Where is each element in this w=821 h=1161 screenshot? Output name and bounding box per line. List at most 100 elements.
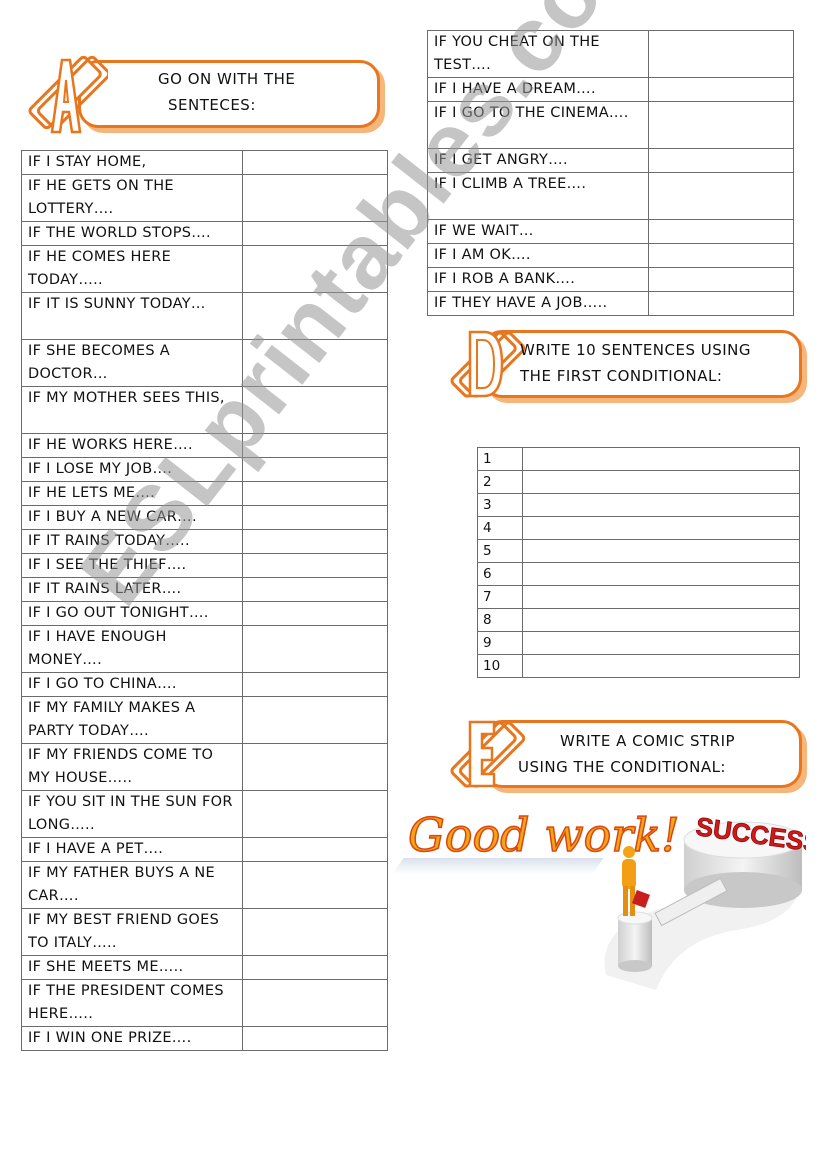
section-a-answer-cell[interactable] [242,1026,388,1051]
section-c-row: IF I ROB A BANK…. [427,267,794,292]
section-a-row: IF MY FATHER BUYS A NE CAR…. [21,861,388,909]
section-a-row: IF I BUY A NEW CAR…. [21,505,388,530]
section-c-answer-cell[interactable] [648,172,794,220]
section-c-prompt: IF I AM OK…. [427,243,649,268]
section-a-prompt: IF I GO OUT TONIGHT…. [21,601,243,626]
section-a-row: IF MY FAMILY MAKES A PARTY TODAY…. [21,696,388,744]
section-a-prompt: IF THE PRESIDENT COMES HERE….. [21,979,243,1027]
section-a-prompt: IF I SEE THE THIEF…. [21,553,243,578]
section-a-title: GO ON WITH THE SENTECES: [158,66,295,118]
person-figure-icon [622,846,636,916]
section-a-prompt: IF IT IS SUNNY TODAY… [21,292,243,340]
section-a-answer-cell[interactable] [242,955,388,980]
section-a-prompt: IF YOU SIT IN THE SUN FOR LONG….. [21,790,243,838]
section-a-answer-cell[interactable] [242,601,388,626]
section-a-row: IF MY FRIENDS COME TO MY HOUSE….. [21,743,388,791]
sentence-answer-cell[interactable] [522,516,800,540]
sentence-answer-cell[interactable] [522,585,800,609]
pencil-letter-d-icon [450,330,526,398]
section-a-prompt: IF I BUY A NEW CAR…. [21,505,243,530]
section-a-row: IF HE GETS ON THE LOTTERY…. [21,174,388,222]
section-a-prompt: IF MY BEST FRIEND GOES TO ITALY….. [21,908,243,956]
section-a-answer-cell[interactable] [242,505,388,530]
section-c-prompt: IF I ROB A BANK…. [427,267,649,292]
section-a-row: IF THE WORLD STOPS…. [21,221,388,246]
section-c-row: IF I HAVE A DREAM…. [427,77,794,102]
sentence-answer-cell[interactable] [522,447,800,471]
section-c-answer-cell[interactable] [648,243,794,268]
section-c-answer-cell[interactable] [648,148,794,173]
section-d-row: 2 [477,470,800,494]
section-a-row: IF I WIN ONE PRIZE…. [21,1026,388,1051]
section-a-answer-cell[interactable] [242,433,388,458]
section-a-prompt: IF MY FRIENDS COME TO MY HOUSE….. [21,743,243,791]
section-a-answer-cell[interactable] [242,577,388,602]
sentence-answer-cell[interactable] [522,493,800,517]
section-a-answer-cell[interactable] [242,339,388,387]
section-c-prompt: IF THEY HAVE A JOB….. [427,291,649,316]
section-a-prompt: IF MY FATHER BUYS A NE CAR…. [21,861,243,909]
section-a-answer-cell[interactable] [242,696,388,744]
section-a-answer-cell[interactable] [242,861,388,909]
section-a-answer-cell[interactable] [242,837,388,862]
section-a-title-line1: GO ON WITH THE [158,70,296,88]
sentence-answer-cell[interactable] [522,654,800,678]
section-c-answer-cell[interactable] [648,267,794,292]
section-c-row: IF I AM OK…. [427,243,794,268]
section-a-prompt: IF I STAY HOME, [21,150,243,175]
section-d-row: 9 [477,631,800,655]
section-c-answer-cell[interactable] [648,219,794,244]
section-a-row: IF IT IS SUNNY TODAY… [21,292,388,340]
section-a-row: IF HE LETS ME…. [21,481,388,506]
sentence-answer-cell[interactable] [522,539,800,563]
section-c-prompt: IF WE WAIT… [427,219,649,244]
section-d-banner: WRITE 10 SENTENCES USING THE FIRST CONDI… [440,322,810,412]
section-a-answer-cell[interactable] [242,529,388,554]
section-c-answer-cell[interactable] [648,291,794,316]
section-e-banner: WRITE A COMIC STRIP USING THE CONDITIONA… [440,712,810,802]
section-c-row: IF THEY HAVE A JOB….. [427,291,794,316]
section-a-answer-cell[interactable] [242,245,388,293]
section-d-row: 7 [477,585,800,609]
section-a-answer-cell[interactable] [242,481,388,506]
section-e-title-line1: WRITE A COMIC STRIP [560,732,736,750]
section-c-prompt: IF I HAVE A DREAM…. [427,77,649,102]
section-c-table: IF YOU CHEAT ON THE TEST…. IF I HAVE A DR… [427,30,794,316]
section-c-row: IF WE WAIT… [427,219,794,244]
sentence-answer-cell[interactable] [522,470,800,494]
section-a-answer-cell[interactable] [242,625,388,673]
section-a-prompt: IF MY FAMILY MAKES A PARTY TODAY…. [21,696,243,744]
section-a-answer-cell[interactable] [242,553,388,578]
section-a-answer-cell[interactable] [242,790,388,838]
section-a-answer-cell[interactable] [242,292,388,340]
section-d-title-line2: THE FIRST CONDITIONAL: [520,367,723,385]
section-c-row: IF I GET ANGRY…. [427,148,794,173]
section-a-answer-cell[interactable] [242,908,388,956]
section-a-row: IF YOU SIT IN THE SUN FOR LONG….. [21,790,388,838]
section-a-answer-cell[interactable] [242,672,388,697]
sentence-answer-cell[interactable] [522,562,800,586]
section-a-answer-cell[interactable] [242,457,388,482]
section-c-answer-cell[interactable] [648,30,794,78]
section-a-answer-cell[interactable] [242,174,388,222]
section-a-prompt: IF HE GETS ON THE LOTTERY…. [21,174,243,222]
section-c-answer-cell[interactable] [648,77,794,102]
section-c-answer-cell[interactable] [648,101,794,149]
sentence-answer-cell[interactable] [522,608,800,632]
section-a-row: IF HE COMES HERE TODAY….. [21,245,388,293]
worksheet-page: GO ON WITH THE SENTECES: IF I STAY HOME,… [0,0,821,1161]
section-c-prompt: IF I GET ANGRY…. [427,148,649,173]
section-a-answer-cell[interactable] [242,221,388,246]
section-a-answer-cell[interactable] [242,743,388,791]
section-d-row: 6 [477,562,800,586]
section-e-title-line2: USING THE CONDITIONAL: [518,758,726,776]
section-a-prompt: IF HE COMES HERE TODAY….. [21,245,243,293]
section-a-row: IF IT RAINS LATER…. [21,577,388,602]
section-a-banner: GO ON WITH THE SENTECES: [18,52,388,142]
sentence-answer-cell[interactable] [522,631,800,655]
section-a-answer-cell[interactable] [242,979,388,1027]
section-a-answer-cell[interactable] [242,386,388,434]
section-c-row: IF YOU CHEAT ON THE TEST…. [427,30,794,78]
section-a-row: IF SHE MEETS ME….. [21,955,388,980]
section-a-answer-cell[interactable] [242,150,388,175]
